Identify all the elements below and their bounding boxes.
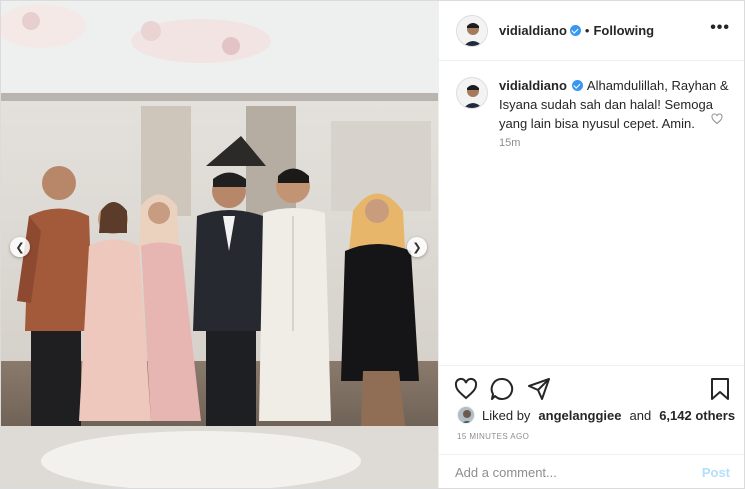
- header-info: vidialdiano • Following: [499, 23, 654, 38]
- add-comment-bar: Post: [439, 454, 744, 488]
- likes-count-link[interactable]: 6,142 others: [659, 408, 735, 423]
- next-photo-button[interactable]: ❯: [407, 237, 427, 257]
- liked-and: and: [629, 407, 652, 423]
- post-photo[interactable]: ❮ ❯: [1, 1, 438, 488]
- previous-photo-button[interactable]: ❮: [10, 237, 30, 257]
- likes-summary: Liked by angelanggiee and 6,142 others: [457, 405, 735, 425]
- post-header: vidialdiano • Following •••: [439, 1, 744, 61]
- heart-icon[interactable]: [454, 377, 478, 401]
- liked-by-prefix: Liked by: [482, 407, 531, 423]
- more-options-button[interactable]: •••: [710, 19, 730, 37]
- wedding-group-photo: [1, 1, 438, 488]
- avatar-image: [458, 407, 474, 423]
- post-actions-bar: [439, 365, 744, 405]
- post-side-panel: vidialdiano • Following ••• vidialdiano A…: [438, 1, 744, 488]
- following-button[interactable]: Following: [593, 23, 654, 38]
- caption-text-block: vidialdiano Alhamdulillah, Rayhan & Isyan…: [499, 76, 734, 133]
- instagram-post-window: ❮ ❯ vidialdiano • Following ••• vidialdi…: [0, 0, 745, 489]
- verified-badge-icon: [571, 80, 583, 91]
- comment-like-heart-icon[interactable]: [711, 113, 723, 125]
- chevron-left-icon: ❮: [15, 241, 25, 254]
- post-timestamp[interactable]: 15 MINUTES AGO: [457, 432, 529, 441]
- verified-badge-icon: [569, 25, 581, 36]
- chevron-right-icon: ❯: [412, 241, 422, 254]
- caption-time: 15m: [499, 137, 521, 149]
- liker-avatar[interactable]: [457, 406, 475, 424]
- author-avatar[interactable]: [456, 15, 488, 47]
- bookmark-icon[interactable]: [708, 377, 732, 401]
- author-username[interactable]: vidialdiano: [499, 23, 567, 38]
- post-comment-button[interactable]: Post: [702, 465, 730, 480]
- avatar-image: [457, 78, 487, 108]
- caption-username[interactable]: vidialdiano: [499, 78, 567, 93]
- comment-input[interactable]: [455, 463, 685, 481]
- header-separator: •: [584, 23, 590, 38]
- paper-plane-icon[interactable]: [527, 377, 551, 401]
- avatar-image: [457, 16, 487, 46]
- caption-author-avatar[interactable]: [456, 77, 488, 109]
- comment-bubble-icon[interactable]: [490, 377, 514, 401]
- liker-username[interactable]: angelanggiee: [538, 408, 621, 423]
